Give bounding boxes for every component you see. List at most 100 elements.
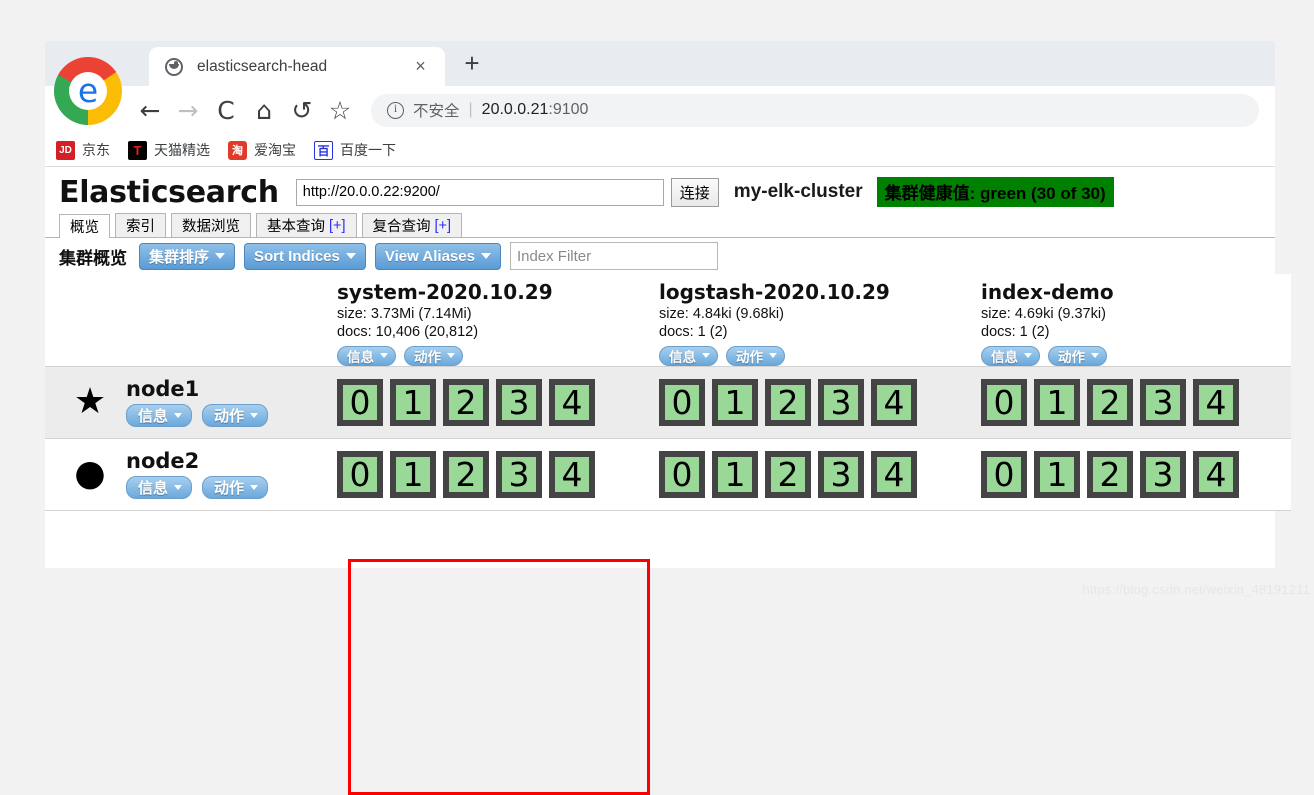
shard-box[interactable]: 4 [871,379,917,426]
shard-box[interactable]: 0 [981,451,1027,498]
shard-box[interactable]: 0 [659,379,705,426]
shard-box[interactable]: 1 [390,451,436,498]
index-filter-input[interactable] [510,242,718,270]
security-label: 不安全 [413,99,460,121]
shard-cell: 01234 [969,366,1291,438]
chevron-down-icon [215,253,225,259]
node-info-button[interactable]: 信息 [126,476,192,499]
chevron-down-icon [346,253,356,259]
back-icon[interactable]: ← [133,93,167,127]
chevron-down-icon [380,353,388,358]
shard-box[interactable]: 0 [659,451,705,498]
forward-icon[interactable]: → [171,93,205,127]
tab-expand-icon[interactable]: [+] [435,218,452,234]
shard-box[interactable]: 0 [981,379,1027,426]
button-label: 信息 [138,477,168,498]
app-tab-bar: 概览 索引 数据浏览 基本查询[+] 复合查询[+] [45,213,1275,238]
shard-box[interactable]: 3 [1140,379,1186,426]
sort-indices-button[interactable]: Sort Indices [244,243,366,270]
reload-icon[interactable]: C [209,93,243,127]
shard-box[interactable]: 3 [818,451,864,498]
node-info-button[interactable]: 信息 [126,404,192,427]
shard-box[interactable]: 3 [496,451,542,498]
node-name: node1 [126,378,278,401]
index-info-button[interactable]: 信息 [337,346,396,366]
view-aliases-button[interactable]: View Aliases [375,243,501,270]
shard-box[interactable]: 4 [1193,379,1239,426]
index-header-cell: index-demo size: 4.69ki (9.37ki) docs: 1… [969,274,1291,366]
shard-box[interactable]: 4 [1193,451,1239,498]
shard-box[interactable]: 3 [1140,451,1186,498]
shard-box[interactable]: 2 [443,379,489,426]
bookmark-item[interactable]: 淘 爱淘宝 [228,140,296,160]
index-info-button[interactable]: 信息 [981,346,1040,366]
shard-box[interactable]: 2 [765,451,811,498]
new-tab-button[interactable]: + [460,52,484,76]
taobao-icon: 淘 [228,141,247,160]
node-action-button[interactable]: 动作 [202,476,268,499]
site-info-icon[interactable] [387,102,404,119]
shard-box[interactable]: 1 [712,451,758,498]
shard-box[interactable]: 1 [1034,379,1080,426]
shard-box[interactable]: 1 [390,379,436,426]
shard-box[interactable]: 2 [1087,379,1133,426]
shard-box[interactable]: 0 [337,451,383,498]
shard-box[interactable]: 3 [818,379,864,426]
app-header: Elasticsearch 连接 my-elk-cluster 集群健康值: g… [45,167,1275,213]
index-size: size: 4.84ki (9.68ki) [659,305,969,324]
index-info-button[interactable]: 信息 [659,346,718,366]
node-action-button[interactable]: 动作 [202,404,268,427]
shard-cell: 01234 [325,438,647,510]
tab-basic-query[interactable]: 基本查询[+] [256,213,357,237]
shard-box[interactable]: 4 [549,451,595,498]
index-header-cell: system-2020.10.29 size: 3.73Mi (7.14Mi) … [325,274,647,366]
page-content: Elasticsearch 连接 my-elk-cluster 集群健康值: g… [45,167,1275,568]
cluster-toolbar: 集群概览 集群排序 Sort Indices View Aliases [45,238,1275,274]
shard-box[interactable]: 1 [1034,451,1080,498]
shard-box[interactable]: 4 [549,379,595,426]
button-label: 动作 [214,405,244,426]
button-label: Sort Indices [254,248,340,265]
index-action-button[interactable]: 动作 [726,346,785,366]
browser-window: elasticsearch-head × + e ← → C ⌂ ↺ ☆ 不安全… [45,41,1275,568]
shard-box[interactable]: 0 [337,379,383,426]
bookmark-star-icon[interactable]: ☆ [323,93,357,127]
shard-box[interactable]: 2 [765,379,811,426]
browser-tab[interactable]: elasticsearch-head × [149,47,445,86]
tab-data-browse[interactable]: 数据浏览 [171,213,251,237]
shard-box[interactable]: 3 [496,379,542,426]
star-icon: ★ [67,384,113,420]
bookmark-item[interactable]: JD 京东 [56,140,110,160]
cluster-url-input[interactable] [296,179,664,206]
bookmark-item[interactable]: T 天猫精选 [128,140,210,160]
node-name: node2 [126,450,278,473]
bookmark-label: 天猫精选 [154,140,210,160]
button-label: 信息 [138,405,168,426]
tab-composite-query[interactable]: 复合查询[+] [362,213,463,237]
chevron-down-icon [769,353,777,358]
tab-expand-icon[interactable]: [+] [329,218,346,234]
tmall-icon: T [128,141,147,160]
index-action-button[interactable]: 动作 [1048,346,1107,366]
index-action-button[interactable]: 动作 [404,346,463,366]
url-host: 20.0.0.21 [482,101,549,118]
sort-cluster-button[interactable]: 集群排序 [139,243,235,270]
shard-box[interactable]: 2 [443,451,489,498]
history-icon[interactable]: ↺ [285,93,319,127]
chevron-down-icon [1091,353,1099,358]
tab-indices[interactable]: 索引 [115,213,166,237]
tab-label: 基本查询 [267,215,325,236]
close-icon[interactable]: × [412,58,429,75]
bookmark-item[interactable]: 百 百度一下 [314,140,396,160]
index-docs: docs: 10,406 (20,812) [337,323,647,342]
home-icon[interactable]: ⌂ [247,93,281,127]
shard-box[interactable]: 1 [712,379,758,426]
shard-box[interactable]: 4 [871,451,917,498]
connect-button[interactable]: 连接 [671,178,719,207]
address-bar[interactable]: 不安全 | 20.0.0.21:9100 [371,94,1259,127]
index-docs: docs: 1 (2) [659,323,969,342]
shard-box[interactable]: 2 [1087,451,1133,498]
bookmark-label: 京东 [82,140,110,160]
highlight-rectangle [348,559,650,795]
tab-overview[interactable]: 概览 [59,214,110,238]
